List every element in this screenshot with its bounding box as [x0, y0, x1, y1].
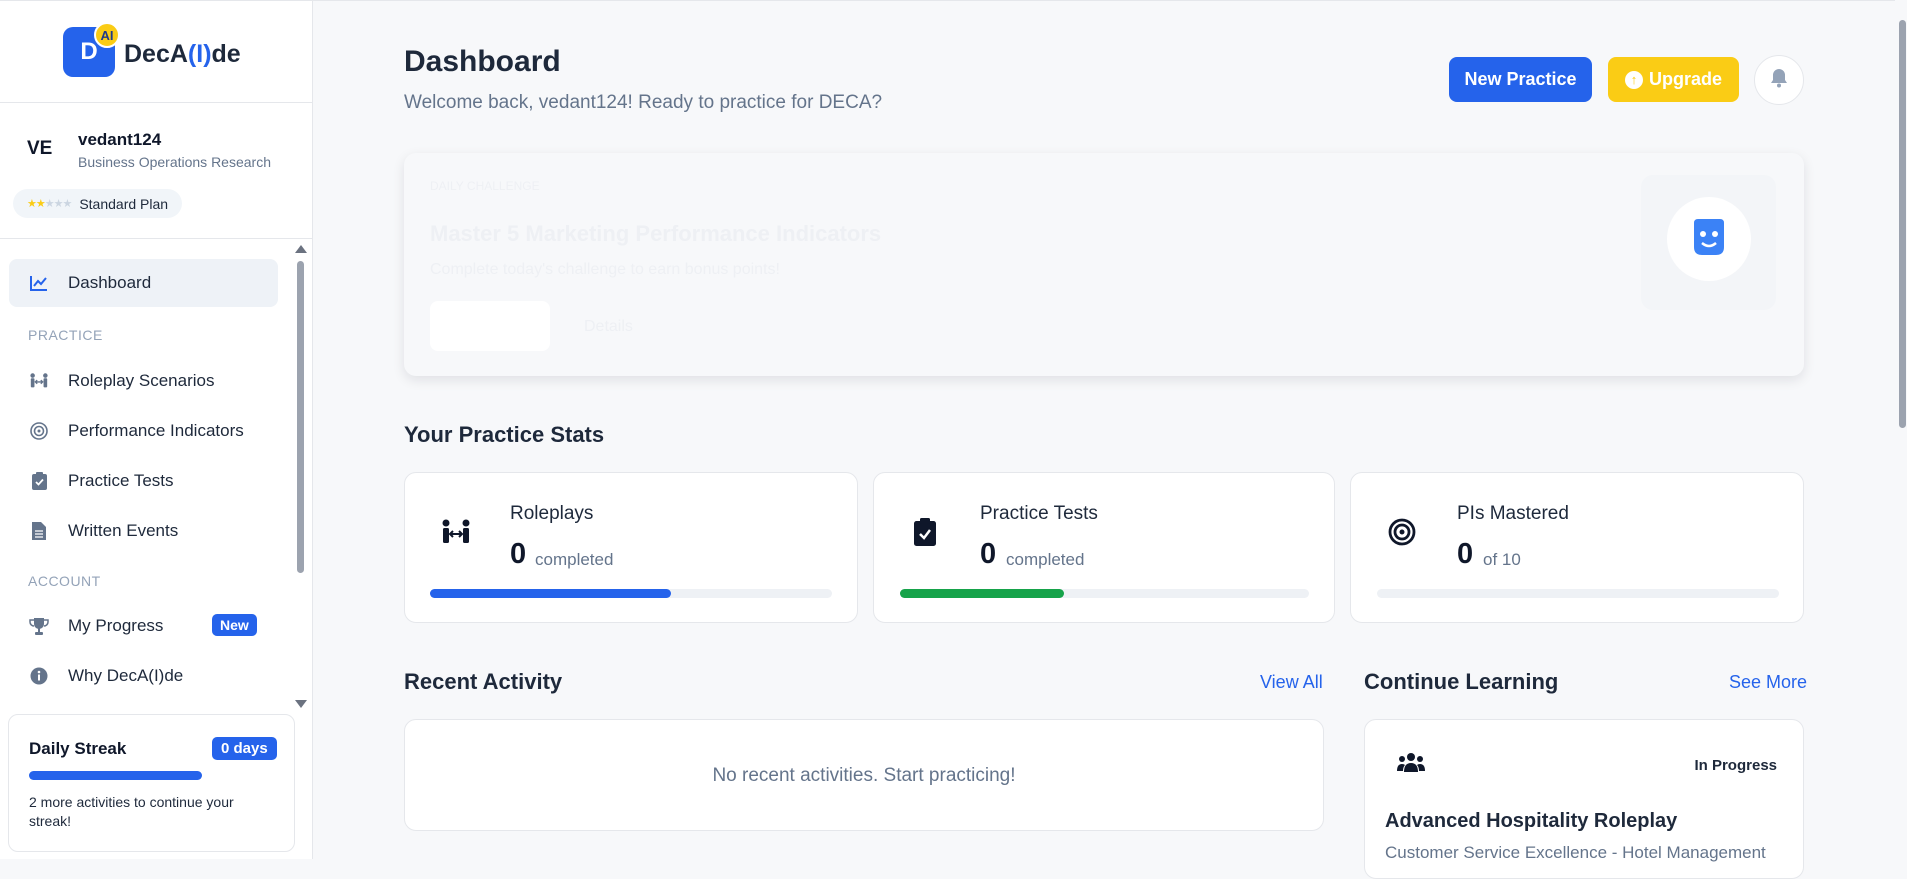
plan-stars-icon: ★★★★★ [27, 198, 72, 210]
brand-name-prefix: DecA [124, 40, 188, 68]
daily-challenge-card: DAILY CHALLENGE Master 5 Marketing Perfo… [404, 153, 1804, 376]
stat-card-practice-tests[interactable]: Practice Tests 0 completed [873, 472, 1335, 623]
stat-label: PIs Mastered [1457, 503, 1569, 524]
divider [0, 238, 312, 239]
stat-label: Practice Tests [980, 503, 1098, 524]
daily-streak-card: Daily Streak 0 days 2 more activities to… [8, 714, 295, 852]
challenge-tag: DAILY CHALLENGE [430, 179, 540, 193]
stat-value: 0 [980, 538, 997, 570]
stat-progress-fill [900, 589, 1064, 598]
info-icon [29, 666, 49, 686]
stats-section-title: Your Practice Stats [404, 422, 605, 447]
brand-name[interactable]: DecA(I)de [124, 40, 241, 69]
learning-status: In Progress [1694, 757, 1777, 774]
challenge-start-button[interactable] [430, 301, 550, 351]
clipboard-check-icon [910, 517, 940, 547]
stat-progress-track [430, 589, 832, 598]
new-practice-button[interactable]: New Practice [1449, 57, 1592, 102]
upgrade-label: Upgrade [1648, 69, 1722, 89]
notifications-button[interactable] [1754, 55, 1804, 105]
robot-face-icon [1690, 217, 1728, 262]
stat-value: 0 [1457, 538, 1474, 570]
stat-progress-track [1377, 589, 1779, 598]
recent-activity-title: Recent Activity [404, 669, 563, 694]
challenge-details-link[interactable]: Details [584, 318, 633, 336]
nav-section-account: ACCOUNT [28, 573, 101, 589]
target-icon [29, 421, 49, 441]
page-title: Dashboard [404, 45, 561, 78]
streak-progress-bar [29, 771, 202, 780]
stat-progress-fill [430, 589, 672, 598]
sidebar-item-performance-indicators[interactable]: Performance Indicators [9, 407, 278, 455]
stat-label: Roleplays [510, 503, 594, 524]
learning-card-title: Advanced Hospitality Roleplay [1385, 810, 1678, 832]
sidebar-item-label: Performance Indicators [68, 421, 244, 440]
stat-unit: completed [1006, 550, 1085, 569]
streak-title: Daily Streak [29, 739, 127, 758]
clipboard-check-icon [29, 471, 49, 491]
stat-value: 0 [510, 538, 527, 570]
target-icon [1387, 517, 1417, 547]
upgrade-button[interactable]: ↑ Upgrade [1608, 57, 1739, 102]
sidebar: D AI DecA(I)de VE vedant124 Business Ope… [0, 1, 313, 859]
page-subtitle: Welcome back, vedant124! Ready to practi… [404, 92, 883, 113]
chart-line-icon [29, 273, 49, 293]
challenge-emblem [1667, 197, 1751, 281]
divider [0, 102, 312, 103]
main-scrollbar-thumb[interactable] [1899, 20, 1906, 428]
stat-card-roleplays[interactable]: Roleplays 0 completed [404, 472, 858, 623]
stat-card-pis-mastered[interactable]: PIs Mastered 0 of 10 [1350, 472, 1804, 623]
trophy-icon [29, 616, 49, 636]
brand-name-accent: (I) [187, 40, 212, 68]
stat-unit: of 10 [1483, 550, 1521, 569]
brand-name-suffix: de [211, 40, 241, 68]
sidebar-item-label: Roleplay Scenarios [68, 371, 215, 390]
stat-unit: completed [535, 550, 614, 569]
plan-badge: ★★★★★ Standard Plan [13, 189, 183, 218]
sidebar-item-practice-tests[interactable]: Practice Tests [9, 457, 278, 505]
learning-card[interactable]: In Progress Advanced Hospitality Rolepla… [1364, 719, 1804, 879]
avatar: VE [27, 138, 53, 159]
bell-icon [1770, 68, 1788, 93]
empty-activity-message: No recent activities. Start practicing! [712, 765, 1016, 786]
stat-progress-track [900, 589, 1309, 598]
continue-learning-title: Continue Learning [1364, 669, 1559, 694]
streak-message: 2 more activities to continue your strea… [29, 794, 234, 829]
see-more-link[interactable]: See More [1729, 672, 1807, 693]
challenge-subtitle: Complete today's challenge to earn bonus… [430, 261, 780, 278]
sidebar-item-why-decaide[interactable]: Why DecA(I)de [9, 652, 278, 700]
people-arrows-icon [29, 371, 49, 391]
sidebar-item-dashboard[interactable]: Dashboard [9, 259, 278, 307]
arrow-up-circle-icon: ↑ [1624, 70, 1643, 89]
sidebar-item-label: My Progress [68, 616, 164, 635]
logo-ai-badge: AI [94, 22, 120, 48]
people-arrows-icon [441, 517, 471, 547]
sidebar-item-label: Why DecA(I)de [68, 666, 184, 685]
scroll-down-arrow-icon[interactable] [295, 700, 307, 708]
new-badge: New [212, 614, 257, 636]
sidebar-item-label: Dashboard [68, 273, 152, 292]
scroll-up-arrow-icon[interactable] [295, 245, 307, 253]
user-name: vedant124 [78, 130, 162, 149]
streak-badge: 0 days [212, 737, 277, 760]
sidebar-scrollbar-thumb[interactable] [297, 261, 304, 573]
users-icon [1397, 751, 1425, 773]
sidebar-item-roleplay[interactable]: Roleplay Scenarios [9, 357, 278, 405]
challenge-title: Master 5 Marketing Performance Indicator… [430, 221, 882, 246]
nav-section-practice: PRACTICE [28, 327, 103, 343]
document-icon [29, 521, 49, 541]
sidebar-item-written-events[interactable]: Written Events [9, 507, 278, 555]
sidebar-item-label: Practice Tests [68, 471, 174, 490]
view-all-link[interactable]: View All [1260, 672, 1323, 693]
plan-label: Standard Plan [79, 195, 169, 212]
user-event: Business Operations Research [78, 154, 271, 170]
recent-activity-card: No recent activities. Start practicing! [404, 719, 1324, 831]
learning-card-subtitle: Customer Service Excellence - Hotel Mana… [1385, 843, 1766, 862]
sidebar-item-label: Written Events [68, 521, 179, 540]
